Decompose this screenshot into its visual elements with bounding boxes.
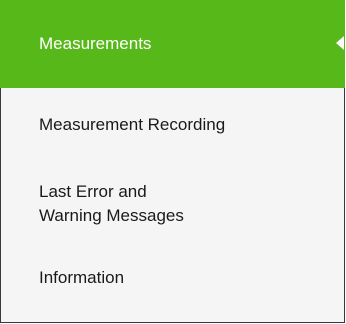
active-indicator-icon	[336, 36, 344, 50]
menu-item-information[interactable]: Information	[1, 247, 344, 309]
menu-item-label-line-1: Last Error and	[39, 182, 147, 201]
menu-item-measurements[interactable]: Measurements	[0, 0, 345, 88]
menu-item-measurement-recording[interactable]: Measurement Recording	[1, 88, 344, 161]
menu-item-label: Measurement Recording	[39, 114, 226, 134]
menu-item-label: Information	[39, 268, 125, 287]
menu-item-label-line-2: Warning Messages	[39, 206, 184, 225]
menu-item-last-error-warning-messages[interactable]: Last Error and Warning Messages	[1, 161, 344, 247]
navigation-menu: Measurements Measurement Recording Last …	[0, 0, 345, 323]
menu-item-label: Measurements	[39, 34, 152, 53]
menu-item-label: Last Error and Warning Messages	[39, 180, 259, 228]
